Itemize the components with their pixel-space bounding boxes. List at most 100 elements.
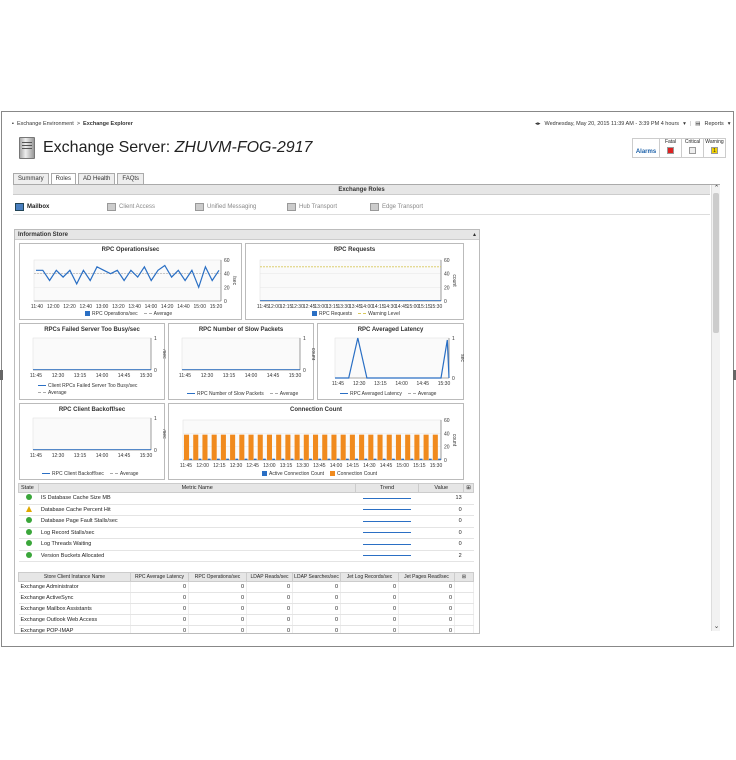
column-chooser-icon[interactable]: ⊞: [454, 572, 474, 582]
bar-active-connection-count: [392, 458, 395, 460]
breadcrumb: ▪ Exchange Environment > Exchange Explor…: [12, 121, 133, 127]
table-row[interactable]: Database Cache Percent Hit 0: [18, 504, 474, 516]
connection-count-plot: 60 40 20 0 count 11:45 12:00 12:15 12:30 12:45 13:…: [180, 418, 457, 469]
chevron-down-icon[interactable]: ▾: [683, 121, 686, 127]
column-header[interactable]: Jet Pages Read/sec: [398, 572, 455, 582]
table-row[interactable]: IS Database Cache Size MB 13: [18, 492, 474, 505]
column-header-state[interactable]: State: [17, 483, 40, 493]
table-row[interactable]: Version Buckets Allocated 2: [18, 550, 474, 562]
column-header[interactable]: RPC Operations/sec: [188, 572, 247, 582]
instance-value: 0: [340, 581, 399, 593]
plot-area: [33, 259, 222, 302]
column-header[interactable]: Store Client Instance Name: [18, 572, 131, 582]
bar-connection-count: [331, 434, 337, 460]
chart-legend: Client RPCs Failed Server Too Busy/sec Av…: [38, 383, 137, 396]
y-tick-label: 40: [444, 431, 450, 437]
left-resize-grip[interactable]: [0, 370, 3, 380]
y-tick-label: 0: [444, 458, 447, 464]
scroll-thumb[interactable]: [713, 193, 719, 333]
legend-item: RPC Requests: [312, 311, 352, 317]
client-access-icon: [107, 203, 116, 211]
column-header[interactable]: RPC Average Latency: [130, 572, 189, 582]
role-hub-transport-label: Hub Transport: [299, 204, 338, 210]
state-cell: [18, 550, 39, 562]
table-row[interactable]: Log Threads Waiting 0: [18, 538, 474, 551]
column-header[interactable]: Jet Log Records/sec: [340, 572, 399, 582]
bar-connection-count: [368, 434, 374, 460]
state-cell: [18, 504, 39, 516]
tab-ad-health[interactable]: AD Health: [78, 173, 116, 184]
tab-summary[interactable]: Summary: [13, 173, 49, 184]
roles-divider: [13, 214, 710, 215]
bar-active-connection-count: [235, 458, 239, 460]
mailbox-icon: [15, 203, 24, 211]
hub-transport-icon: [287, 203, 296, 211]
bar-connection-count: [405, 434, 411, 460]
x-tick-label: 13:45: [313, 463, 326, 469]
role-hub-transport[interactable]: Hub Transport: [287, 202, 370, 212]
column-header-trend[interactable]: Trend: [354, 483, 420, 493]
back-arrow-icon[interactable]: ◂▸: [535, 121, 541, 127]
breadcrumb-root[interactable]: Exchange Environment: [17, 121, 74, 127]
table-row[interactable]: Log Record Stalls/sec 0: [18, 527, 474, 539]
column-header-value[interactable]: Value: [418, 483, 465, 493]
legend-item: RPC Averaged Latency: [340, 391, 402, 397]
bar-active-connection-count: [438, 458, 441, 460]
role-client-access[interactable]: Client Access: [107, 202, 195, 212]
y-tick-label: 60: [224, 258, 230, 264]
role-mailbox[interactable]: Mailbox: [15, 202, 107, 212]
edge-transport-icon: [370, 203, 379, 211]
x-tick-label: 11:40: [31, 304, 43, 310]
scroll-up-icon[interactable]: ⌃: [712, 184, 721, 192]
table-row[interactable]: Exchange Administrator 0 0 0 0 0 0: [18, 581, 474, 593]
table-row[interactable]: Exchange Mailbox Assistants 0 0 0 0 0 0: [18, 603, 474, 615]
bar-connection-count: [248, 434, 254, 460]
column-header[interactable]: LDAP Reads/sec: [246, 572, 293, 582]
bar-active-connection-count: [318, 458, 322, 460]
collapse-icon[interactable]: ▴: [473, 230, 476, 240]
vertical-scrollbar[interactable]: ⌃ ⌄: [711, 185, 720, 631]
role-mailbox-label: Mailbox: [27, 204, 50, 210]
instance-name: Exchange Outlook Web Access: [18, 614, 131, 626]
x-tick-label: 15:30: [140, 453, 153, 459]
trend-sparkline: [355, 515, 419, 528]
chart-legend: RPC Number of Slow Packets Average: [187, 391, 298, 397]
bar-connection-count: [414, 434, 420, 460]
alarms-label[interactable]: Alarms: [632, 138, 660, 158]
table-row[interactable]: Exchange POP-IMAP 0 0 0 0 0 0: [18, 625, 474, 633]
y-tick-label: 0: [444, 299, 447, 305]
scroll-down-icon[interactable]: ⌄: [712, 622, 721, 630]
role-unified-messaging[interactable]: Unified Messaging: [195, 202, 287, 212]
reports-menu[interactable]: Reports: [704, 121, 723, 127]
x-tick-label: 14:40: [177, 304, 190, 310]
table-row[interactable]: Exchange ActiveSync 0 0 0 0 0 0: [18, 592, 474, 604]
bar-connection-count: [377, 434, 383, 460]
column-header-metric-name[interactable]: Metric Name: [38, 483, 356, 493]
column-chooser-icon[interactable]: ⊞: [463, 483, 474, 493]
x-tick-label: 12:20: [63, 304, 76, 310]
time-range-selector[interactable]: Wednesday, May 20, 2015 11:39 AM - 3:39 …: [545, 121, 680, 127]
legend-item: Warning Level: [358, 311, 400, 317]
table-row[interactable]: Database Page Fault Stalls/sec 0: [18, 515, 474, 528]
role-edge-transport[interactable]: Edge Transport: [370, 202, 423, 212]
table-row[interactable]: Exchange Outlook Web Access 0 0 0 0 0 0: [18, 614, 474, 626]
alarms-summary[interactable]: Alarms Fatal Critical Warning 1: [632, 138, 726, 158]
instance-value: 0: [340, 614, 399, 626]
x-tick-label: 11:45: [332, 381, 344, 387]
server-name: ZHUVM-FOG-2917: [174, 139, 313, 156]
y-axis-label: count: [451, 274, 457, 287]
warning-alarms[interactable]: Warning 1: [704, 138, 726, 158]
page-title-prefix: Exchange Server:: [43, 139, 175, 156]
reports-chevron-icon[interactable]: ▾: [728, 121, 731, 127]
y-tick-label: 0: [303, 368, 306, 374]
bar-active-connection-count: [263, 458, 266, 460]
critical-alarms[interactable]: Critical: [682, 138, 704, 158]
column-header[interactable]: LDAP Searches/sec: [292, 572, 341, 582]
instance-value: 0: [398, 603, 455, 615]
tab-faqts[interactable]: FAQts: [117, 173, 145, 184]
chart-legend: RPC Averaged Latency Average: [340, 391, 436, 397]
fatal-alarms[interactable]: Fatal: [660, 138, 682, 158]
breadcrumb-icon: ▪: [12, 121, 14, 127]
tab-roles[interactable]: Roles: [50, 173, 77, 184]
x-tick-label: 15:00: [396, 463, 409, 469]
